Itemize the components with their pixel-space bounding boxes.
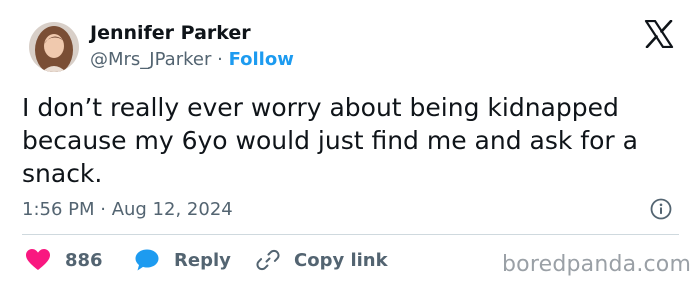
reply-button[interactable]: Reply — [134, 247, 231, 273]
copy-link-label: Copy link — [294, 249, 388, 271]
tweet-timestamp[interactable]: 1:56 PM · Aug 12, 2024 — [22, 199, 233, 220]
x-logo-icon[interactable] — [644, 20, 674, 48]
divider — [22, 234, 679, 235]
author-handle[interactable]: @Mrs_JParker — [90, 49, 211, 70]
copy-link-button[interactable]: Copy link — [256, 247, 388, 273]
follow-button[interactable]: Follow — [229, 49, 294, 70]
handle-separator: · — [217, 49, 223, 70]
avatar-image — [29, 22, 79, 72]
reply-label: Reply — [174, 249, 231, 271]
watermark: boredpanda.com — [502, 252, 692, 277]
heart-icon — [26, 249, 50, 270]
tweet-text: I don’t really ever worry about being ki… — [22, 93, 638, 188]
like-button[interactable]: 886 — [25, 247, 103, 273]
author-handle-line: @Mrs_JParker · Follow — [90, 49, 294, 70]
speech-bubble-icon — [135, 249, 159, 271]
info-icon[interactable] — [650, 198, 672, 220]
link-icon — [256, 249, 280, 271]
like-count: 886 — [65, 249, 103, 271]
avatar[interactable] — [29, 22, 79, 72]
author-name[interactable]: Jennifer Parker — [90, 22, 251, 44]
